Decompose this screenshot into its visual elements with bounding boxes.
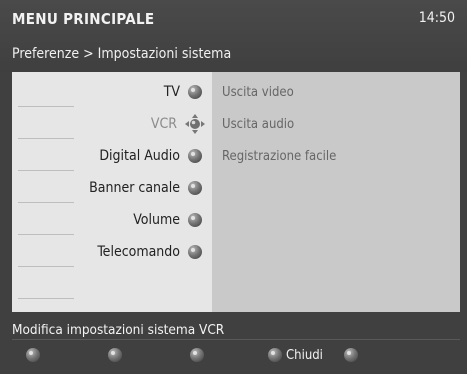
menu-item-label: Banner canale <box>89 180 180 196</box>
menu-item-label: TV <box>163 84 180 100</box>
tv-menu-screen: MENU PRINCIPALE 14:50 Preferenze > Impos… <box>0 0 467 374</box>
clock-time: 14:50 <box>418 10 455 26</box>
menu-item-label: Volume <box>133 212 180 228</box>
knob-icon <box>188 149 202 163</box>
row-divider <box>18 202 74 203</box>
blue-knob-icon <box>268 348 282 362</box>
knob-icon <box>188 85 202 99</box>
row-divider <box>18 170 74 171</box>
header-bar: MENU PRINCIPALE 14:50 Preferenze > Impos… <box>0 0 467 72</box>
submenu-item-uscita-audio[interactable]: Uscita audio <box>222 117 294 132</box>
yellow-knob-icon <box>190 348 204 362</box>
menu-item-label: VCR <box>150 116 177 132</box>
dpad-icon <box>185 114 205 134</box>
red-button[interactable] <box>26 346 44 364</box>
red-knob-icon <box>26 348 40 362</box>
menu-title: MENU PRINCIPALE <box>12 10 155 28</box>
menu-item-banner-canale[interactable]: Banner canale <box>12 176 212 200</box>
row-divider <box>18 234 74 235</box>
menu-item-tv[interactable]: TV <box>12 80 212 104</box>
white-button[interactable] <box>344 346 362 364</box>
menu-item-volume[interactable]: Volume <box>12 208 212 232</box>
green-knob-icon <box>108 348 122 362</box>
menu-list: TV VCR Digital Audio Banner canale Volum… <box>12 72 212 312</box>
row-divider <box>18 138 74 139</box>
knob-icon <box>188 181 202 195</box>
menu-item-label: Telecomando <box>97 244 180 260</box>
white-knob-icon <box>344 348 358 362</box>
close-button[interactable]: Chiudi <box>268 346 323 364</box>
green-button[interactable] <box>108 346 126 364</box>
footer-divider <box>12 339 460 340</box>
menu-item-label: Digital Audio <box>99 148 180 164</box>
breadcrumb: Preferenze > Impostazioni sistema <box>12 46 232 62</box>
knob-icon <box>188 213 202 227</box>
row-divider <box>18 106 74 107</box>
settings-panel: TV VCR Digital Audio Banner canale Volum… <box>12 72 460 312</box>
close-button-label: Chiudi <box>286 347 323 363</box>
row-divider <box>18 298 74 299</box>
menu-item-vcr[interactable]: VCR <box>12 112 212 136</box>
submenu-panel <box>212 72 460 312</box>
submenu-item-registrazione-facile[interactable]: Registrazione facile <box>222 149 336 164</box>
knob-icon <box>188 245 202 259</box>
menu-item-digital-audio[interactable]: Digital Audio <box>12 144 212 168</box>
yellow-button[interactable] <box>190 346 208 364</box>
status-text: Modifica impostazioni sistema VCR <box>12 322 225 338</box>
menu-item-telecomando[interactable]: Telecomando <box>12 240 212 264</box>
row-divider <box>18 266 74 267</box>
submenu-item-uscita-video[interactable]: Uscita video <box>222 85 294 100</box>
